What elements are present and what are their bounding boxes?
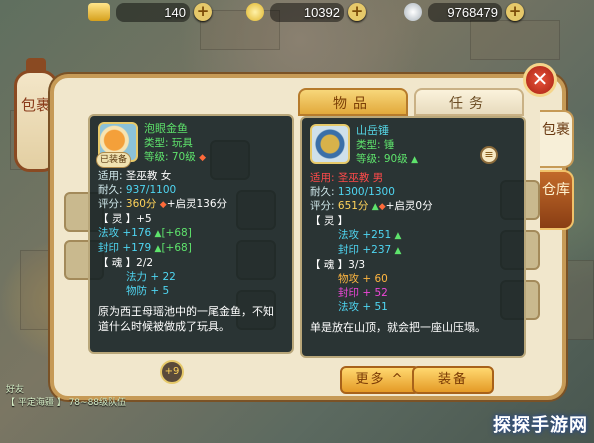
equipped-item-tooltip: 已装备 泡眼金鱼 类型: 玩具 等级: 70级 ◆ 适用: 圣巫教 女 耐久: … <box>88 114 294 354</box>
chat-line: 好友 <box>6 385 25 395</box>
tab-items[interactable]: 物品 <box>298 88 408 116</box>
ling-line: 法攻 +251 ▲ <box>338 229 402 241</box>
menu-bubble-icon[interactable]: ≡ <box>480 146 498 164</box>
ling-header: 【 灵 】+5 <box>98 213 152 225</box>
score-row: 评分: 651分 ▲◆+启灵0分 <box>310 200 433 212</box>
item-name: 山岳锤 <box>356 124 389 137</box>
goldfish-toy-icon: 已装备 <box>96 122 138 168</box>
coin-icon <box>246 3 264 21</box>
ling-header: 【 灵 】 <box>310 215 349 227</box>
up-arrow-icon: ▲ <box>371 202 379 212</box>
close-button[interactable]: ✕ <box>523 63 557 97</box>
hun-header: 【 魂 】2/2 <box>98 257 154 269</box>
durability-row: 耐久: 1300/1300 <box>310 186 395 198</box>
up-arrow-icon: ▲ <box>394 246 402 256</box>
equip-button[interactable]: 装备 <box>412 366 494 394</box>
more-button[interactable]: 更多 ^ <box>340 366 420 394</box>
gold-ingot-icon <box>88 3 110 21</box>
tab-tasks[interactable]: 任务 <box>414 88 524 116</box>
item-description: 单是放在山顶，就会把一座山压塌。 <box>310 321 486 334</box>
hun-line: 法力 + 22 <box>126 271 176 283</box>
add-gold-button[interactable]: + <box>194 3 212 21</box>
side-tab-bag[interactable]: 包裹 <box>540 110 574 168</box>
hun-line: 物防 + 5 <box>126 285 170 297</box>
coin-resource: 10392 + <box>246 0 366 24</box>
add-coin-button[interactable]: + <box>348 3 366 21</box>
usage-row: 适用: 圣巫教 男 <box>310 172 384 184</box>
chat-line: 【 平定海疆 】 78~88级队伍 <box>6 398 127 408</box>
silver-value: 9768479 <box>428 2 502 22</box>
item-name: 泡眼金鱼 <box>144 122 188 135</box>
hun-line: 法攻 + 51 <box>338 301 388 313</box>
star-icon: ◆ <box>378 202 386 212</box>
hun-header: 【 魂 】3/3 <box>310 259 366 271</box>
gold-resource: 140 + <box>88 0 212 24</box>
star-icon: ◆ <box>159 200 167 210</box>
item-type: 类型: 玩具 <box>144 137 193 149</box>
site-watermark: 探探手游网 <box>493 415 588 436</box>
ling-line: 封印 +237 ▲ <box>338 244 402 256</box>
usage-row: 适用: 圣巫教 女 <box>98 170 172 182</box>
ling-line: 法攻 +176 ▲[+68] <box>98 227 192 239</box>
item-type: 类型: 锤 <box>356 139 395 151</box>
item-description: 原为西王母瑶池中的一尾金鱼，不知道什么时候被做成了玩具。 <box>98 305 274 333</box>
equipped-badge: 已装备 <box>96 152 132 168</box>
up-arrow-icon: ▲ <box>411 155 419 165</box>
score-row: 评分: 360分 ◆+启灵136分 <box>98 198 228 210</box>
side-tab-storage[interactable]: 仓库 <box>540 170 574 230</box>
down-arrow-icon: ◆ <box>199 153 207 163</box>
silver-resource: 9768479 + <box>404 0 524 24</box>
item-level: 等级: 90级 ▲ <box>356 153 419 165</box>
hun-line: 封印 + 52 <box>338 287 388 299</box>
hammer-weapon-icon <box>310 124 350 164</box>
add-silver-button[interactable]: + <box>506 3 524 21</box>
chat-box[interactable]: 好友 【 平定海疆 】 78~88级队伍 <box>0 380 240 420</box>
silver-icon <box>404 3 422 21</box>
ling-line: 封印 +179 ▲[+68] <box>98 242 192 254</box>
durability-row: 耐久: 937/1100 <box>98 184 177 196</box>
coin-value: 10392 <box>270 2 344 22</box>
item-level: 等级: 70级 ◆ <box>144 151 207 163</box>
hun-line: 物攻 + 60 <box>338 273 388 285</box>
gold-value: 140 <box>116 2 190 22</box>
up-arrow-icon: ▲ <box>394 231 402 241</box>
